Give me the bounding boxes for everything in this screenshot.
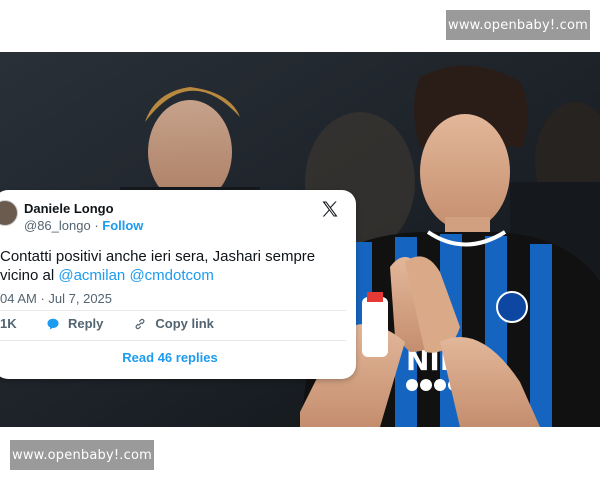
tweet-text-line-2-prefix: vicino al (0, 267, 59, 284)
read-replies-link[interactable]: Read 46 replies (0, 346, 340, 368)
copy-link-button[interactable]: Copy link (155, 316, 214, 331)
divider (0, 340, 346, 341)
avatar[interactable] (0, 200, 18, 226)
mention-cmdotcom[interactable]: @cmdotcom (129, 267, 213, 284)
tweet-text-line-1: Contatti positivi anche ieri sera, Jasha… (0, 248, 316, 265)
likes-count[interactable]: 1K (0, 316, 38, 331)
author-handle-line: @86_longo · Follow (24, 218, 143, 233)
tweet-actions: 1K Reply Copy link (0, 316, 214, 331)
tweet-text-line-2: vicino al @acmilan @cmdotcom (0, 266, 340, 285)
tweet-timestamp[interactable]: 04 AM · Jul 7, 2025 (0, 291, 112, 306)
handle-separator: · (90, 218, 103, 233)
mention-acmilan[interactable]: @acmilan (58, 267, 125, 284)
watermark-bottom: www.openbaby!.com (10, 440, 154, 470)
follow-link[interactable]: Follow (102, 218, 143, 233)
watermark-top: www.openbaby!.com (446, 10, 590, 40)
tweet-text: Contatti positivi anche ieri sera, Jasha… (0, 247, 340, 285)
reply-button[interactable]: Reply (68, 316, 103, 331)
author-handle[interactable]: @86_longo (24, 218, 91, 233)
tweet-card[interactable]: Daniele Longo @86_longo · Follow Contatt… (0, 190, 356, 379)
divider (0, 310, 346, 311)
author-name[interactable]: Daniele Longo (24, 201, 114, 216)
reply-bubble-icon[interactable] (46, 317, 60, 331)
x-logo-icon[interactable] (320, 199, 340, 219)
link-icon[interactable] (133, 317, 147, 331)
